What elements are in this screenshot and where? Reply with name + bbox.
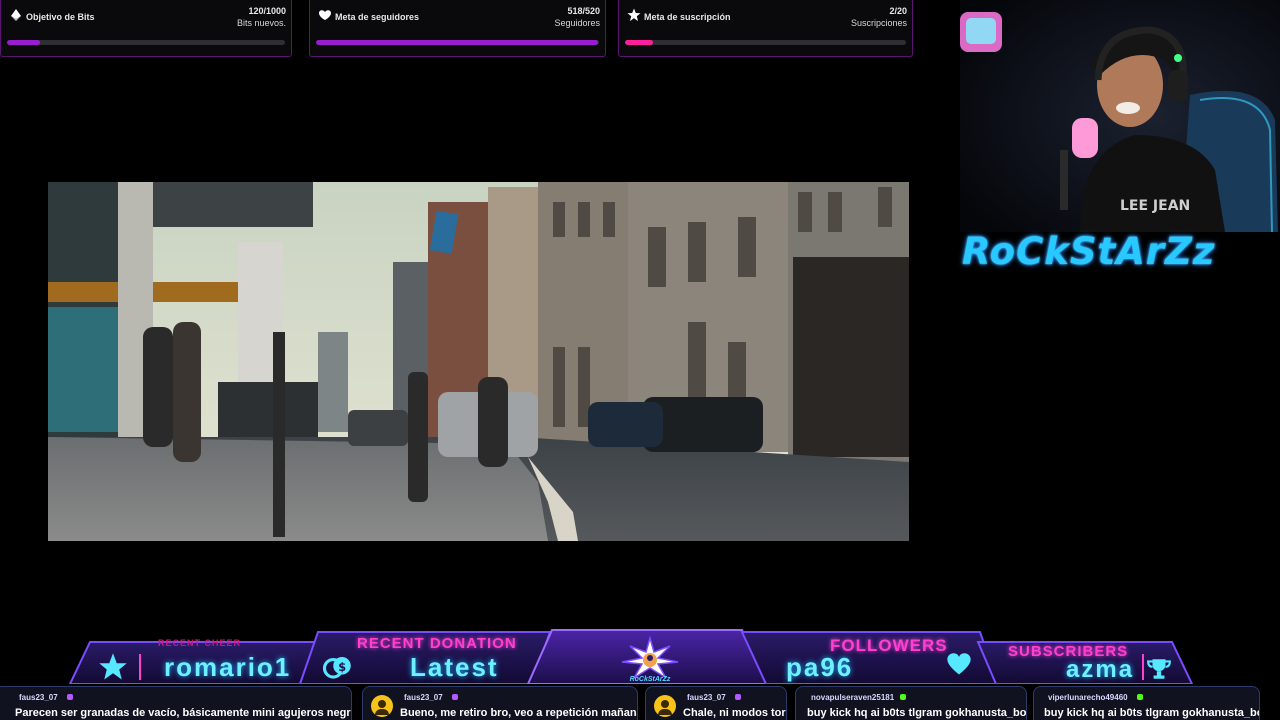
chat-message: faus23_07 Chale, ni modos tor: [645, 686, 787, 720]
goal-title: Meta de seguidores: [335, 12, 420, 22]
recent-donation-label: RECENT DONATION: [357, 635, 517, 652]
star-icon: [99, 653, 127, 680]
chat-username: faus23_07: [19, 693, 58, 702]
goal-progress-fill: [316, 40, 598, 45]
follower-goal-widget: Meta de seguidores 518/520 Seguidores: [309, 0, 606, 57]
goal-progress-track: [316, 40, 599, 45]
subscription-goal-widget: Meta de suscripción 2/20 Suscripciones: [618, 0, 913, 57]
chat-message: faus23_07 Parecen ser granadas de vacío,…: [0, 686, 352, 720]
video-player[interactable]: [48, 182, 909, 541]
chat-badge-icon: [900, 694, 906, 700]
heart-icon: [947, 653, 971, 675]
chat-message: novapulseraven25181 buy kick hq ai b0ts …: [795, 686, 1027, 720]
goal-progress-fill: [625, 40, 654, 45]
svg-text:LEE JEAN: LEE JEAN: [1120, 198, 1190, 214]
goal-unit: Seguidores: [554, 18, 600, 28]
recent-cheer-value: romario1: [164, 652, 292, 682]
subscribers-value: azma: [1066, 656, 1135, 683]
recent-cheer-label: RECENT CHEER: [158, 638, 242, 648]
chat-message-text: Chale, ni modos tor: [683, 707, 786, 719]
streamer-logo-caption: RoCkStArZz: [629, 676, 671, 683]
goal-unit: Suscripciones: [850, 18, 907, 28]
chat-username: faus23_07: [687, 693, 726, 702]
bits-icon: [11, 9, 21, 21]
streamer-emblem-icon: [621, 636, 679, 679]
goal-progress-track: [7, 40, 285, 45]
chat-message-text: Bueno, me retiro bro, veo a repetición m…: [400, 707, 638, 719]
goal-unit: Bits nuevos.: [236, 18, 286, 28]
chat-message: viperlunarecho49460 buy kick hq ai b0ts …: [1033, 686, 1260, 720]
chat-message: faus23_07 Bueno, me retiro bro, veo a re…: [362, 686, 638, 720]
followers-value: pa96: [786, 652, 854, 682]
star-icon: [627, 8, 641, 21]
chat-badge-icon: [452, 694, 458, 700]
money-icon: $: [322, 657, 351, 679]
chat-badge-icon: [67, 694, 73, 700]
user-avatar-icon: [371, 695, 393, 717]
chat-username: faus23_07: [404, 693, 443, 702]
webcam-image: LEE JEAN: [960, 0, 1280, 232]
goal-count: 518/520: [567, 6, 600, 16]
goal-progress-track: [625, 40, 906, 45]
heart-hands-icon: [319, 10, 331, 20]
streamer-brand-logo: RoCkStArZz: [962, 230, 1216, 273]
goal-title: Objetivo de Bits: [26, 12, 95, 22]
goal-progress-fill: [7, 40, 41, 45]
bits-goal-widget: Objetivo de Bits 120/1000 Bits nuevos.: [0, 0, 292, 57]
goal-count: 120/1000: [248, 6, 286, 16]
chat-username: novapulseraven25181: [811, 693, 895, 702]
webcam-feed: LEE JEAN: [960, 0, 1280, 232]
chat-badge-icon: [1137, 694, 1143, 700]
trophy-icon: [1147, 659, 1171, 679]
chat-message-text: buy kick hq ai b0ts tlgram gokhanusta_bo…: [1044, 707, 1260, 719]
chat-username: viperlunarecho49460: [1048, 693, 1128, 702]
street-scene-image: [48, 182, 909, 541]
goal-title: Meta de suscripción: [644, 12, 731, 22]
recent-donation-value: Latest: [410, 652, 499, 682]
user-avatar-icon: [654, 695, 676, 717]
chat-badge-icon: [735, 694, 741, 700]
chat-message-text: buy kick hq ai b0ts tlgram gokhanusta_bo…: [807, 707, 1027, 719]
svg-text:$: $: [338, 661, 346, 674]
chat-message-text: Parecen ser granadas de vacío, básicamen…: [15, 707, 352, 719]
goal-count: 2/20: [889, 6, 907, 16]
